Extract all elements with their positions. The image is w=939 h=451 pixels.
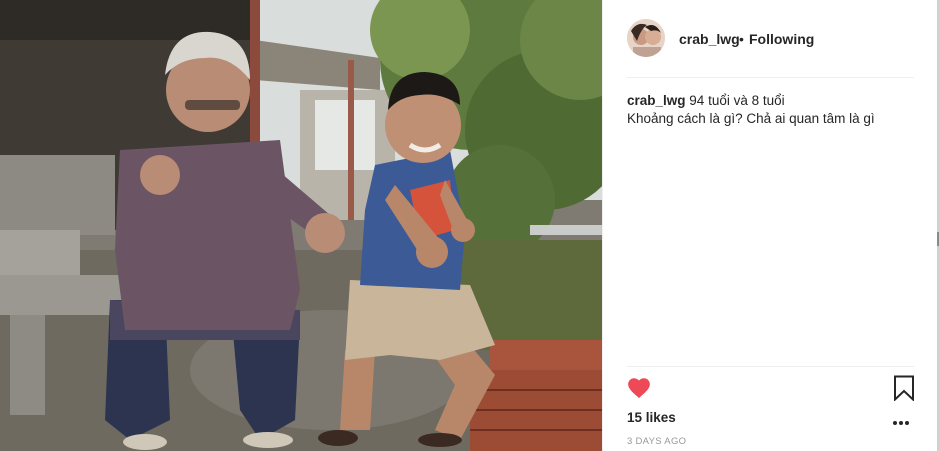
more-options-icon[interactable] <box>891 415 911 425</box>
following-button[interactable]: Following <box>749 31 814 47</box>
post-header: crab_lwg • Following <box>603 0 938 77</box>
avatar[interactable] <box>627 19 665 57</box>
bookmark-icon[interactable] <box>893 375 915 402</box>
likes-count[interactable]: 15 likes <box>627 410 676 425</box>
avatar-image <box>627 19 665 57</box>
post-timestamp: 3 DAYS AGO <box>627 436 687 447</box>
heart-icon[interactable] <box>626 375 652 401</box>
post-sidebar: crab_lwg • Following crab_lwg 94 tuổi và… <box>602 0 938 451</box>
post-caption: crab_lwg 94 tuổi và 8 tuổi Khoảng cách l… <box>627 92 917 128</box>
header-divider <box>627 77 914 78</box>
photo-scene <box>0 0 602 451</box>
post-photo[interactable] <box>0 0 602 451</box>
separator-dot: • <box>739 31 744 47</box>
caption-text-line2: Khoảng cách là gì? Chả ai quan tâm là gì <box>627 111 875 126</box>
caption-username[interactable]: crab_lwg <box>627 93 686 108</box>
actions-divider <box>627 366 914 367</box>
caption-text-line1: 94 tuổi và 8 tuổi <box>689 93 785 108</box>
post-author-username[interactable]: crab_lwg <box>679 31 740 47</box>
